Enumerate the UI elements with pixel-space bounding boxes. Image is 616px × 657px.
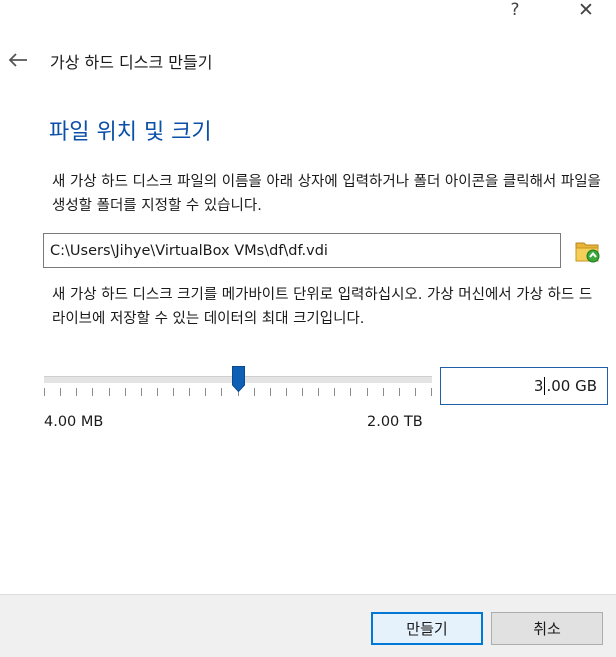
back-arrow-icon <box>8 53 27 67</box>
slider-tick <box>109 388 110 396</box>
slider-tick <box>189 388 190 396</box>
slider-tick <box>286 388 287 396</box>
size-slider[interactable] <box>44 366 432 404</box>
wizard-title: 가상 하드 디스크 만들기 <box>50 53 213 72</box>
file-path-value: C:\Users\Jihye\VirtualBox VMs\df\df.vdi <box>50 242 328 259</box>
wizard-header: 가상 하드 디스크 만들기 <box>0 46 616 76</box>
cancel-button-label: 취소 <box>533 620 561 638</box>
slider-tick <box>125 388 126 396</box>
slider-tick <box>141 388 142 396</box>
slider-tick <box>415 388 416 396</box>
text-caret <box>544 377 546 395</box>
create-button-label: 만들기 <box>406 620 448 638</box>
slider-tick <box>270 388 271 396</box>
folder-open-icon <box>575 242 600 263</box>
slider-tick <box>60 388 61 396</box>
slider-tick <box>431 388 432 396</box>
slider-tick <box>157 388 158 396</box>
slider-tick <box>367 388 368 396</box>
size-description: 새 가상 하드 디스크 크기를 메가바이트 단위로 입력하십시오. 가상 머신에… <box>52 287 593 327</box>
slider-tick <box>173 388 174 396</box>
slider-min-label: 4.00 MB <box>44 414 104 430</box>
location-description: 새 가상 하드 디스크 파일의 이름을 아래 상자에 입력하거나 폴더 아이콘을… <box>52 174 601 214</box>
size-value-start: 3 <box>533 377 544 395</box>
slider-tick <box>399 388 400 396</box>
slider-tick <box>350 388 351 396</box>
slider-tick <box>205 388 206 396</box>
slider-max-label: 2.00 TB <box>367 414 423 430</box>
help-button[interactable]: ? <box>495 0 535 20</box>
close-button[interactable]: ✕ <box>566 0 606 21</box>
slider-tick <box>318 388 319 396</box>
back-button[interactable] <box>6 48 30 72</box>
cancel-button[interactable]: 취소 <box>491 612 603 645</box>
slider-tick <box>44 388 45 396</box>
help-icon: ? <box>510 0 520 20</box>
slider-tick <box>254 388 255 396</box>
choose-folder-button[interactable] <box>574 237 602 265</box>
file-path-field[interactable]: C:\Users\Jihye\VirtualBox VMs\df\df.vdi <box>43 233 561 268</box>
slider-tick <box>334 388 335 396</box>
slider-tick <box>221 388 222 396</box>
button-bar: 만들기 취소 <box>0 594 616 657</box>
size-value-end: .00 GB <box>546 377 597 395</box>
size-field[interactable]: 3.00 GB <box>440 367 608 405</box>
slider-thumb[interactable] <box>232 366 245 392</box>
create-button[interactable]: 만들기 <box>371 612 483 645</box>
slider-tick <box>92 388 93 396</box>
slider-tick <box>302 388 303 396</box>
slider-tick <box>383 388 384 396</box>
title-bar: ? ✕ <box>0 0 616 22</box>
close-icon: ✕ <box>578 0 594 21</box>
page-title: 파일 위치 및 크기 <box>49 120 212 145</box>
slider-tick <box>76 388 77 396</box>
